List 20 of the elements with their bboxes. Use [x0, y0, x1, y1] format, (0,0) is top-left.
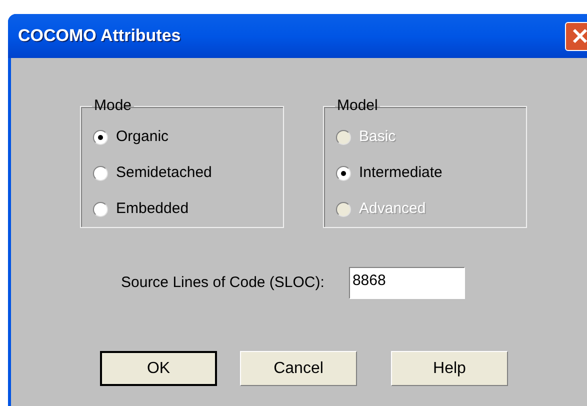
- sloc-field[interactable]: 8868: [349, 267, 466, 299]
- radio-label: Intermediate: [359, 163, 442, 184]
- radio-button[interactable]: [93, 202, 108, 217]
- radio-label: Semidetached: [116, 163, 212, 184]
- radio-button[interactable]: [93, 130, 108, 145]
- sloc-label: Source Lines of Code (SLOC):: [121, 272, 324, 293]
- window-title: COCOMO Attributes: [18, 25, 181, 48]
- close-icon: [571, 27, 587, 45]
- dialog-button[interactable]: Cancel: [240, 351, 357, 386]
- radio-label: Basic: [359, 127, 396, 148]
- close-button[interactable]: [565, 22, 587, 50]
- group-title: Mode: [93, 96, 133, 116]
- radio-button[interactable]: [93, 166, 108, 181]
- group-title: Model: [336, 96, 379, 116]
- dialog-button[interactable]: Help: [391, 351, 508, 386]
- radio-label: Embedded: [116, 199, 189, 220]
- dialog-button[interactable]: OK: [100, 351, 217, 386]
- radio-label: Organic: [116, 127, 169, 148]
- radio-label: Advanced: [359, 199, 426, 220]
- radio-button[interactable]: [336, 166, 351, 181]
